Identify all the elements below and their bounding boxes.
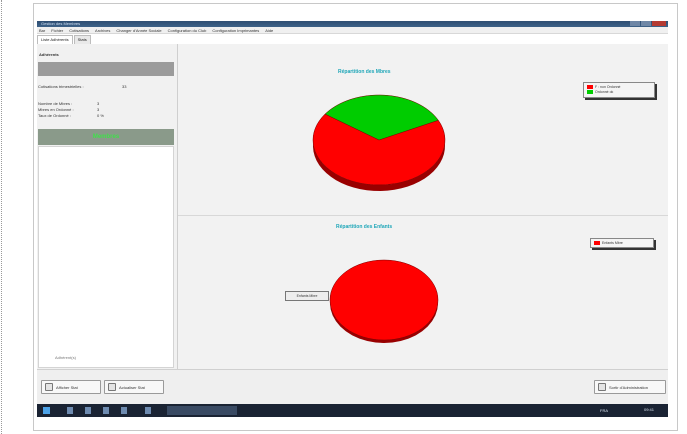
menu-item[interactable]: Cotisations [69, 28, 89, 33]
filter-bar[interactable] [38, 62, 174, 76]
left-panel-header: Adhérents [39, 52, 59, 57]
taskbar-app-icon[interactable] [67, 407, 73, 414]
stat-label: Taux de Ordonné : [38, 113, 71, 118]
button-label: Sortir d'Administration [609, 384, 648, 390]
windows-start-icon[interactable] [43, 407, 50, 414]
menu-item[interactable]: Aide [265, 28, 273, 33]
taskbar-app-icon[interactable] [103, 407, 109, 414]
sortir-administration-button[interactable]: Sortir d'Administration [594, 380, 666, 394]
tab-stats[interactable]: Stats [73, 35, 91, 44]
count-label: Cotisations trimestrielles : [38, 84, 84, 89]
actualiser-stat-button[interactable]: Actualiser Stat [104, 380, 164, 394]
pie-chart-mbres [312, 94, 446, 191]
close-button[interactable] [652, 21, 666, 26]
legend-swatch-green [587, 89, 593, 94]
minimize-button[interactable] [630, 21, 640, 26]
page-left-border [1, 0, 2, 434]
menu-item[interactable]: Changer d'Année Sociale [116, 28, 161, 33]
taskbar-app-icon[interactable] [121, 407, 127, 414]
legend-label: F : non Ordonné [595, 84, 621, 89]
taskbar-app-icon[interactable] [85, 407, 91, 414]
menu-item[interactable]: Configuration du Club [168, 28, 207, 33]
menu-item[interactable]: Bar [39, 28, 45, 33]
maximize-button[interactable] [641, 21, 651, 26]
menu-bar: Bar Fichier Cotisations Archives Changer… [37, 27, 668, 34]
chart-icon [45, 383, 53, 391]
chart-title-enfants: Répartition des Enfants [336, 224, 393, 230]
taskbar-app-icon[interactable] [145, 407, 151, 414]
count-value: 33 [122, 84, 127, 89]
menu-item[interactable]: Configuration Imprimantes [212, 28, 259, 33]
stat-label: Nombre de Mbres : [38, 101, 73, 106]
stat-value: 0 % [97, 113, 104, 118]
afficher-stat-button[interactable]: Afficher Stat [41, 380, 101, 394]
legend-label: Ordonné ok [595, 89, 614, 94]
legend-swatch-red [587, 84, 593, 89]
tray-clock: 09:41 [643, 407, 654, 412]
charts-divider [178, 215, 668, 216]
left-panel: Adhérents Cotisations trimestrielles : 3… [37, 44, 178, 369]
tab-liste-adherents[interactable]: Liste Adhérents [37, 35, 73, 44]
button-label: Afficher Stat [56, 384, 78, 390]
button-label: Actualiser Stat [119, 384, 145, 390]
exit-icon [598, 383, 606, 391]
refresh-icon [108, 383, 116, 391]
pie-chart-enfants [329, 259, 439, 343]
members-list[interactable] [38, 146, 174, 368]
legend-label: Enfants Mbre [602, 240, 623, 245]
pie-slice [329, 259, 439, 341]
slice-tooltip: Enfants Mbre [285, 291, 329, 301]
membres-section-title: Membres [38, 129, 174, 145]
stat-label: Mbres en Ordonné : [38, 107, 74, 112]
taskbar: FRA 09:41 [37, 404, 668, 417]
tab-strip: Liste Adhérents Stats [37, 35, 92, 44]
legend-enfants: Enfants Mbre [590, 238, 654, 248]
menu-item[interactable]: Archives [95, 28, 110, 33]
chart-title-mbres: Répartition des Mbres [338, 69, 391, 75]
legend-mbres: F : non Ordonné Ordonné ok [583, 82, 655, 98]
stat-value: 3 [97, 107, 100, 112]
legend-swatch-red [594, 240, 600, 245]
tray-language: FRA [600, 408, 608, 413]
menu-item[interactable]: Fichier [51, 28, 63, 33]
list-footer: Adhérent(s) [55, 355, 76, 360]
stat-value: 3 [97, 101, 100, 106]
bottom-toolbar: Afficher Stat Actualiser Stat Sortir d'A… [37, 369, 668, 405]
taskbar-active-window[interactable] [167, 406, 237, 415]
